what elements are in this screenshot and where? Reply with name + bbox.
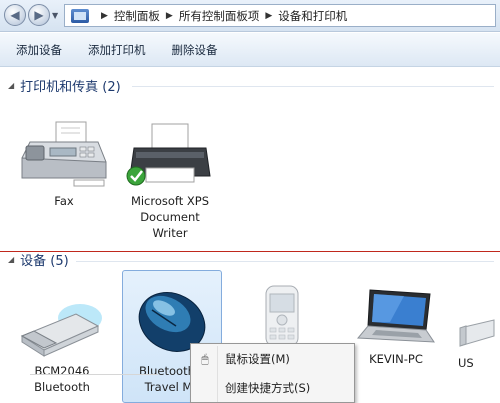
menu-item-create-shortcut[interactable]: 创建快捷方式(S)	[193, 376, 352, 400]
device-usb[interactable]: US	[454, 316, 500, 371]
device-label-line: Microsoft XPS	[130, 194, 210, 208]
device-label: KEVIN-PC	[369, 352, 423, 366]
printers-group-title: 打印机和传真 (2)	[20, 80, 121, 95]
back-arrow-icon: ◀	[10, 8, 20, 22]
collapse-triangle-icon[interactable]: ◢	[8, 255, 14, 264]
group-divider	[132, 86, 494, 87]
menu-item-label: 鼠标设置(M)	[225, 352, 290, 366]
mobile-phone-icon	[265, 285, 299, 347]
device-kevin-pc[interactable]: KEVIN-PC	[354, 288, 438, 367]
collapse-triangle-icon[interactable]: ◢	[8, 81, 14, 90]
breadcrumb[interactable]: ▶ 控制面板 ▶ 所有控制面板项 ▶ 设备和打印机	[64, 4, 496, 27]
add-device-button[interactable]: 添加设备	[16, 42, 62, 58]
devices-group-header[interactable]: ◢ 设备 (5)	[8, 250, 69, 269]
control-panel-icon	[71, 8, 89, 23]
mouse-settings-icon: 🖱	[201, 351, 209, 366]
laptop-icon	[356, 289, 435, 343]
forward-arrow-icon: ▶	[34, 8, 44, 22]
printers-group-header[interactable]: ◢ 打印机和传真 (2)	[8, 76, 121, 95]
device-label-line: Writer	[152, 226, 188, 240]
chevron-right-icon[interactable]: ▶	[265, 11, 272, 21]
address-bar: ◀ ▶ ▼ ▶ 控制面板 ▶ 所有控制面板项 ▶ 设备和打印机	[0, 0, 500, 32]
printer-icon	[126, 123, 211, 186]
device-label: US	[458, 356, 474, 370]
context-menu: 🖱 鼠标设置(M) 创建快捷方式(S)	[190, 343, 355, 403]
usb-bluetooth-dongle-icon	[20, 304, 102, 357]
menu-item-label: 创建快捷方式(S)	[225, 381, 311, 395]
breadcrumb-devices-printers[interactable]: 设备和打印机	[278, 8, 347, 24]
fax-machine-icon	[21, 121, 107, 187]
menu-item-mouse-settings[interactable]: 🖱 鼠标设置(M)	[193, 347, 352, 371]
device-label: Fax	[54, 194, 74, 208]
chevron-right-icon[interactable]: ▶	[101, 11, 108, 21]
device-label-line: BCM2046	[34, 364, 90, 378]
menu-separator	[30, 374, 158, 375]
remove-device-button[interactable]: 删除设备	[172, 42, 218, 58]
annotation-line	[0, 251, 500, 252]
command-bar: 添加设备 添加打印机 删除设备	[0, 33, 500, 67]
chevron-right-icon[interactable]: ▶	[166, 11, 173, 21]
device-mobile-phone[interactable]	[248, 284, 318, 351]
device-xps-writer[interactable]: Microsoft XPS Document Writer	[122, 118, 218, 241]
recent-pages-dropdown[interactable]: ▼	[52, 11, 58, 20]
breadcrumb-control-panel[interactable]: 控制面板	[114, 8, 160, 24]
device-fax[interactable]: Fax	[16, 118, 112, 209]
devices-group-title: 设备 (5)	[20, 254, 69, 269]
device-label-line: Document	[140, 210, 200, 224]
add-printer-button[interactable]: 添加打印机	[88, 42, 146, 58]
forward-button[interactable]: ▶	[28, 4, 50, 26]
device-bcm2046[interactable]: BCM2046 Bluetooth	[14, 296, 110, 395]
device-label-line: Bluetooth	[34, 380, 90, 394]
back-button[interactable]: ◀	[4, 4, 26, 26]
group-divider	[76, 261, 494, 262]
breadcrumb-all-items[interactable]: 所有控制面板项	[179, 8, 260, 24]
usb-device-icon	[459, 319, 495, 347]
